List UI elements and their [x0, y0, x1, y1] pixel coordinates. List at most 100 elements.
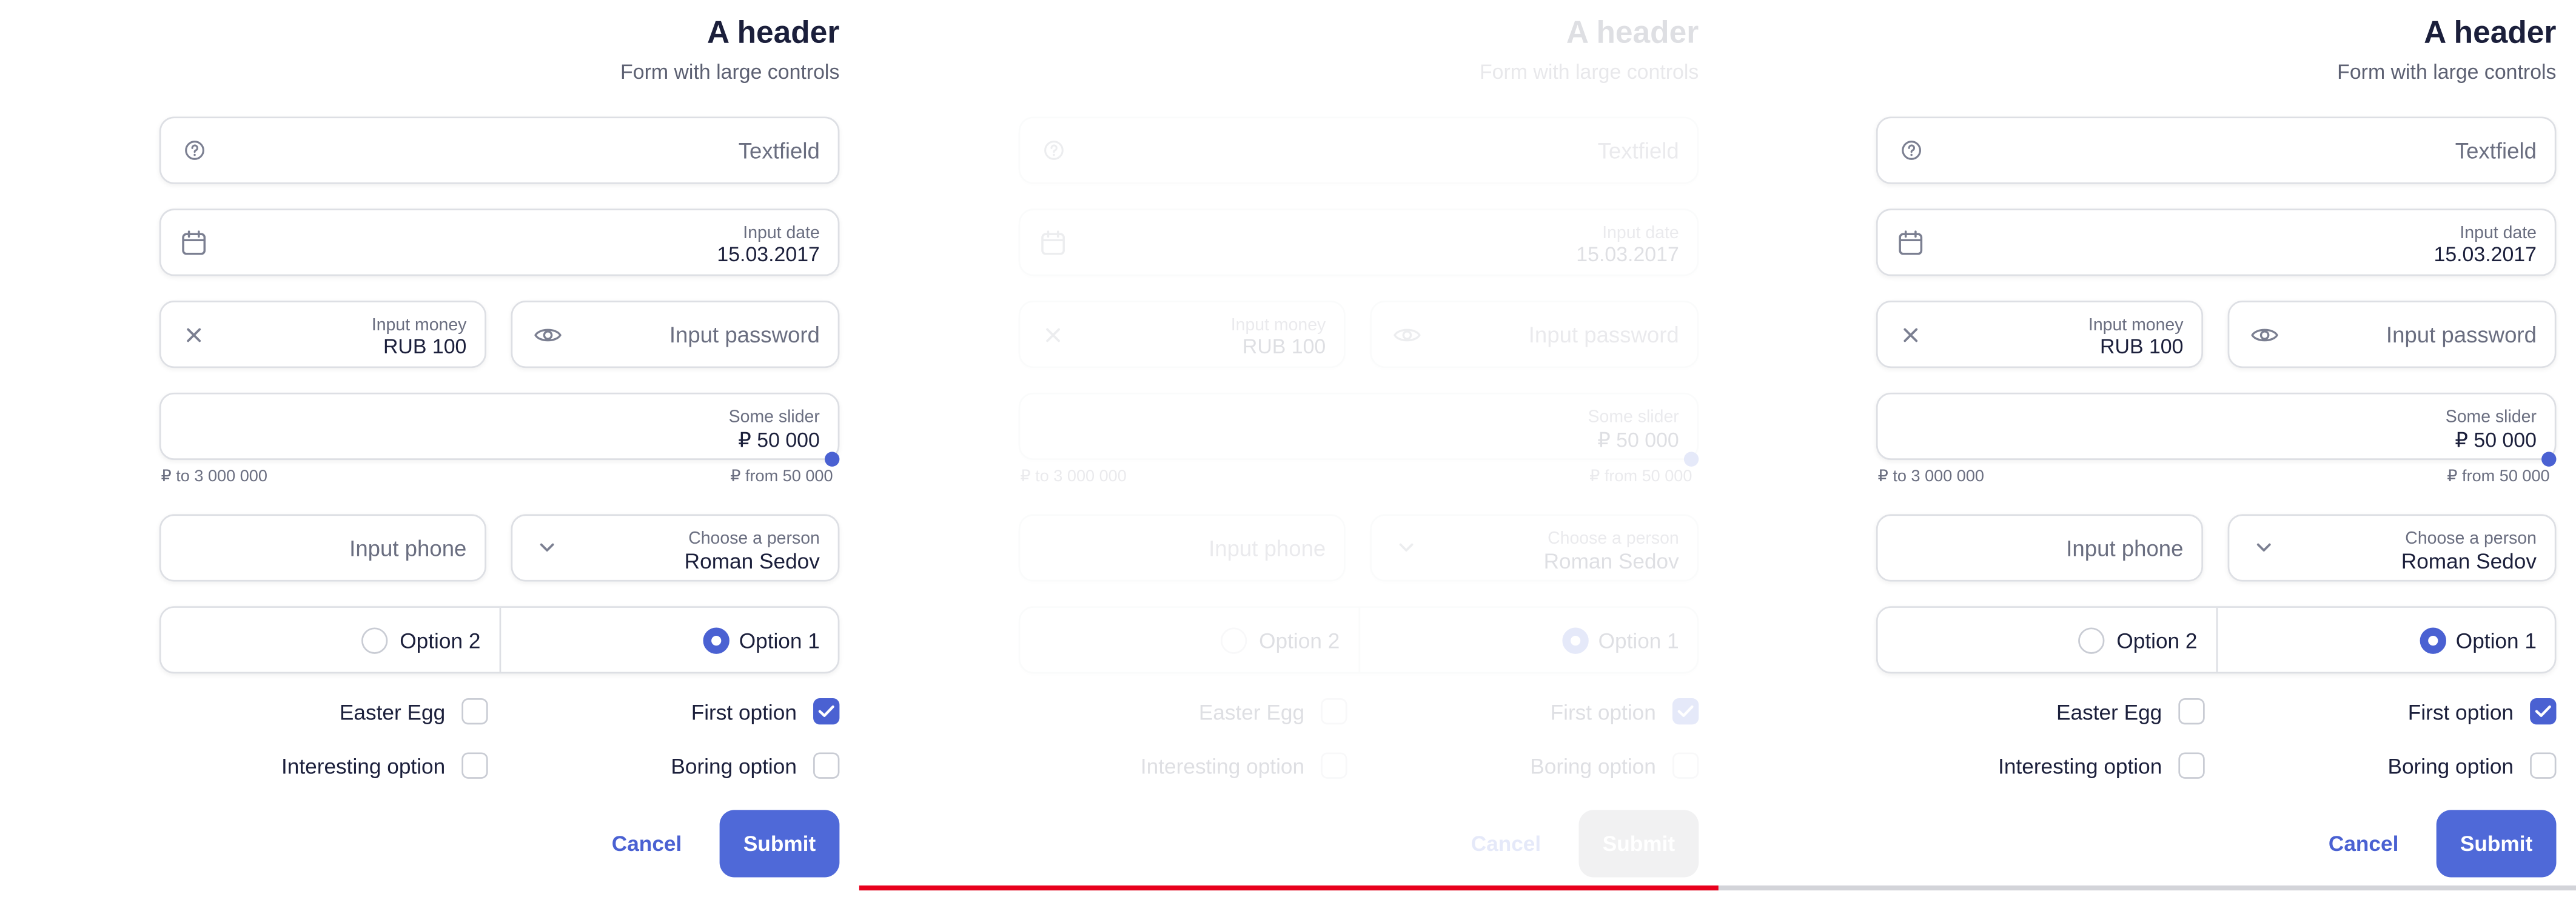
- submit-button[interactable]: Submit: [1578, 810, 1699, 878]
- checkbox-easter-egg-label: Easter Egg: [1198, 699, 1305, 724]
- radio-button-selected[interactable]: [1562, 627, 1589, 653]
- checkbox-box[interactable]: [461, 698, 488, 725]
- calendar-icon[interactable]: [181, 229, 207, 255]
- form-panel-right: A header Form with large controls Textfi…: [1717, 0, 2574, 897]
- money-input[interactable]: Input money RUB 100: [1876, 301, 2204, 368]
- form-panel-left: A header Form with large controls Textfi…: [0, 0, 857, 897]
- submit-button[interactable]: Submit: [2436, 810, 2557, 878]
- checkbox-box[interactable]: [813, 752, 840, 779]
- checkbox-interesting-option-label: Interesting option: [281, 753, 446, 778]
- checkbox-box[interactable]: [1321, 752, 1347, 779]
- checkbox-box-checked[interactable]: [813, 698, 840, 725]
- page-title: A header: [1566, 16, 1699, 52]
- checkbox-easter-egg[interactable]: Easter Egg: [1198, 698, 1347, 725]
- person-select[interactable]: Choose a person Roman Sedov: [2227, 514, 2557, 582]
- close-icon[interactable]: [181, 321, 207, 347]
- checkbox-easter-egg-label: Easter Egg: [339, 699, 446, 724]
- cancel-button[interactable]: Cancel: [612, 832, 682, 856]
- date-input[interactable]: Input date 15.03.2017: [1018, 208, 1699, 276]
- chevron-down-icon[interactable]: [2251, 535, 2277, 561]
- slider-label: Some slider: [2445, 407, 2537, 427]
- checkbox-boring-option[interactable]: Boring option: [2387, 752, 2557, 779]
- question-circle-icon[interactable]: [181, 137, 207, 163]
- calendar-icon[interactable]: [1040, 229, 1066, 255]
- checkbox-box[interactable]: [2178, 752, 2205, 779]
- radio-option-1[interactable]: Option 1: [2215, 607, 2554, 672]
- eye-icon[interactable]: [2249, 321, 2279, 347]
- close-icon[interactable]: [1897, 321, 1924, 347]
- question-circle-icon[interactable]: [1897, 137, 1924, 163]
- textfield-input[interactable]: Textfield: [159, 116, 840, 184]
- radio-option-2[interactable]: Option 2: [161, 608, 498, 672]
- password-input[interactable]: Input password: [2227, 301, 2557, 368]
- checkbox-box[interactable]: [1672, 752, 1699, 779]
- person-label: Choose a person: [1548, 529, 1679, 549]
- checkbox-box[interactable]: [461, 752, 488, 779]
- checkbox-box[interactable]: [2530, 752, 2557, 779]
- radio-group: Option 2 Option 1: [1876, 606, 2557, 674]
- slider-input[interactable]: Some slider ₽ 50 000: [1876, 392, 2557, 460]
- phone-input[interactable]: Input phone: [1018, 514, 1346, 582]
- checkbox-box-checked[interactable]: [1672, 698, 1699, 725]
- date-value: 15.03.2017: [2433, 243, 2537, 267]
- cancel-button[interactable]: Cancel: [1471, 832, 1541, 856]
- radio-group: Option 2 Option 1: [1018, 606, 1699, 674]
- radio-button-selected[interactable]: [2420, 627, 2446, 653]
- close-icon[interactable]: [1040, 321, 1066, 347]
- money-input[interactable]: Input money RUB 100: [159, 301, 486, 368]
- eye-icon[interactable]: [1392, 321, 1421, 347]
- checkbox-box[interactable]: [1321, 698, 1347, 725]
- textfield-input[interactable]: Textfield: [1876, 116, 2557, 184]
- radio-option-1[interactable]: Option 1: [498, 607, 837, 672]
- chevron-down-icon[interactable]: [534, 535, 560, 561]
- question-circle-icon[interactable]: [1040, 137, 1066, 163]
- checkbox-first-option[interactable]: First option: [691, 698, 840, 725]
- textfield-input[interactable]: Textfield: [1018, 116, 1699, 184]
- eye-icon[interactable]: [532, 321, 562, 347]
- slider-input[interactable]: Some slider ₽ 50 000: [159, 392, 840, 460]
- date-input[interactable]: Input date 15.03.2017: [159, 208, 840, 276]
- radio-option-2[interactable]: Option 2: [1878, 608, 2216, 672]
- chevron-down-icon[interactable]: [1393, 535, 1419, 561]
- calendar-icon[interactable]: [1897, 229, 1924, 255]
- person-select[interactable]: Choose a person Roman Sedov: [511, 514, 840, 582]
- phone-placeholder: Input phone: [349, 535, 467, 561]
- checkbox-interesting-option[interactable]: Interesting option: [1998, 752, 2205, 779]
- slider-input[interactable]: Some slider ₽ 50 000: [1018, 392, 1699, 460]
- checkbox-easter-egg[interactable]: Easter Egg: [2056, 698, 2205, 725]
- checkbox-first-option[interactable]: First option: [2408, 698, 2557, 725]
- checkbox-first-option-label: First option: [1550, 699, 1656, 724]
- checkbox-boring-option[interactable]: Boring option: [1530, 752, 1699, 779]
- phone-placeholder: Input phone: [2066, 535, 2184, 561]
- slider-handle[interactable]: [1683, 452, 1699, 467]
- checkbox-boring-option[interactable]: Boring option: [671, 752, 840, 779]
- person-select[interactable]: Choose a person Roman Sedov: [1370, 514, 1699, 582]
- progress-track: [859, 885, 2576, 891]
- checkbox-box[interactable]: [2178, 698, 2205, 725]
- submit-button[interactable]: Submit: [719, 810, 840, 878]
- checkbox-first-option[interactable]: First option: [1550, 698, 1699, 725]
- checkbox-easter-egg[interactable]: Easter Egg: [339, 698, 488, 725]
- checkbox-interesting-option[interactable]: Interesting option: [1141, 752, 1347, 779]
- person-label: Choose a person: [2405, 529, 2537, 549]
- phone-input[interactable]: Input phone: [159, 514, 486, 582]
- cancel-button[interactable]: Cancel: [2329, 832, 2399, 856]
- slider-handle[interactable]: [2541, 452, 2557, 467]
- radio-option-2[interactable]: Option 2: [1020, 608, 1358, 672]
- radio-button[interactable]: [360, 627, 387, 653]
- slider-handle[interactable]: [825, 452, 840, 467]
- checkbox-box-checked[interactable]: [2530, 698, 2557, 725]
- radio-button[interactable]: [2077, 627, 2104, 653]
- money-value: RUB 100: [2100, 335, 2184, 358]
- date-value: 15.03.2017: [1576, 243, 1679, 267]
- phone-input[interactable]: Input phone: [1876, 514, 2204, 582]
- radio-option-1[interactable]: Option 1: [1358, 607, 1697, 672]
- password-input[interactable]: Input password: [1370, 301, 1699, 368]
- slider-min-text: ₽ to 3 000 000: [1877, 468, 1985, 487]
- radio-button-selected[interactable]: [703, 627, 730, 653]
- money-input[interactable]: Input money RUB 100: [1018, 301, 1346, 368]
- password-input[interactable]: Input password: [511, 301, 840, 368]
- radio-button[interactable]: [1219, 627, 1246, 653]
- checkbox-interesting-option[interactable]: Interesting option: [281, 752, 488, 779]
- date-input[interactable]: Input date 15.03.2017: [1876, 208, 2557, 276]
